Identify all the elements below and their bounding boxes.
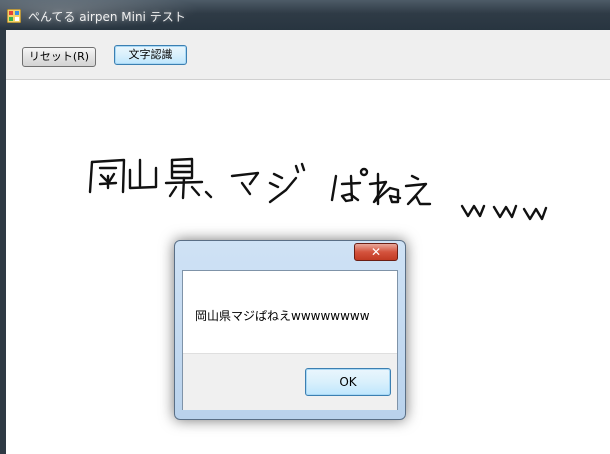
app-icon [7,9,21,23]
ok-button[interactable]: OK [305,368,391,396]
title-bar[interactable]: ぺんてる airpen Mini テスト [0,0,610,30]
dialog-message: 岡山県マジぱねえwwwwwwww [195,309,370,323]
window-title: ぺんてる airpen Mini テスト [28,10,186,24]
reset-button[interactable]: リセット(R) [22,47,96,67]
dialog-footer: OK [183,353,397,410]
dialog-close-button[interactable]: ✕ [354,243,398,261]
toolbar: リセット(R) 文字認識 [6,30,610,80]
dialog-body: 岡山県マジぱねえwwwwwwww OK [182,270,398,410]
recognize-button[interactable]: 文字認識 [114,45,187,65]
message-dialog: ✕ 岡山県マジぱねえwwwwwwww OK [174,240,406,420]
close-icon: ✕ [370,245,382,259]
